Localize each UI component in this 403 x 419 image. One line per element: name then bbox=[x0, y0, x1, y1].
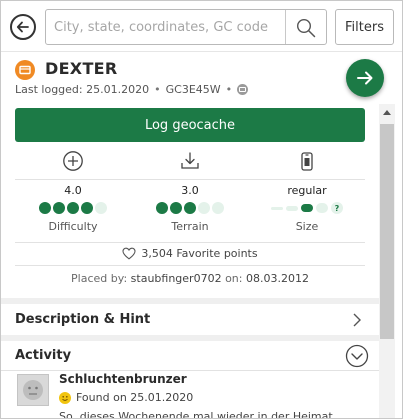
placed-by: Placed by: staubfinger0702 on: 08.03.201… bbox=[1, 272, 379, 285]
triangle-up-icon bbox=[383, 110, 391, 115]
gc-code: GC3E45W bbox=[165, 83, 221, 96]
favorite-points-text: 3,504 Favorite points bbox=[141, 247, 258, 260]
action-row bbox=[1, 148, 379, 176]
terrain-dots bbox=[135, 202, 245, 214]
chevron-down-icon[interactable] bbox=[345, 344, 369, 368]
placed-on-label: on: bbox=[225, 272, 243, 285]
placed-by-prefix: Placed by: bbox=[71, 272, 128, 285]
size-bar bbox=[271, 206, 283, 210]
cache-header: DEXTER Last logged: 25.01.2020 • GC3E45W… bbox=[1, 52, 402, 102]
difficulty-dot bbox=[95, 202, 107, 214]
size-rating: regular ? Size bbox=[252, 184, 362, 233]
terrain-rating: 3.0 Terrain bbox=[135, 184, 245, 233]
size-bar bbox=[316, 203, 328, 213]
difficulty-label: Difficulty bbox=[48, 220, 98, 233]
cache-status-icon bbox=[237, 84, 249, 95]
separator-dot: • bbox=[154, 83, 161, 96]
log-status: Found on 25.01.2020 bbox=[59, 391, 193, 404]
size-value: regular bbox=[287, 184, 327, 197]
scroll-up-button[interactable] bbox=[379, 104, 395, 120]
cache-meta: Last logged: 25.01.2020 • GC3E45W • bbox=[15, 83, 249, 96]
heart-icon bbox=[122, 247, 136, 260]
placed-date: 08.03.2012 bbox=[245, 272, 309, 285]
phone-icon[interactable] bbox=[296, 150, 318, 172]
search-bar: Filters bbox=[1, 1, 402, 51]
terrain-dot bbox=[198, 202, 210, 214]
back-arrow-icon bbox=[16, 21, 29, 33]
description-hint-row[interactable]: Description & Hint bbox=[1, 305, 379, 335]
avatar[interactable] bbox=[17, 374, 49, 406]
divider bbox=[15, 242, 365, 243]
terrain-label: Terrain bbox=[171, 220, 209, 233]
difficulty-dot bbox=[81, 202, 93, 214]
log-entry[interactable]: Schluchtenbrunzer Found on 25.01.2020 So… bbox=[1, 366, 379, 419]
navigate-button[interactable] bbox=[346, 59, 384, 97]
difficulty-dots bbox=[18, 202, 128, 214]
size-label: Size bbox=[295, 220, 319, 233]
cache-detail-panel: DEXTER Last logged: 25.01.2020 • GC3E45W… bbox=[1, 51, 402, 419]
activity-title: Activity bbox=[15, 348, 72, 363]
size-bars: ? bbox=[252, 202, 362, 214]
add-icon[interactable] bbox=[62, 150, 84, 172]
log-status-text: Found on 25.01.2020 bbox=[76, 391, 194, 404]
size-bar bbox=[301, 204, 313, 212]
divider bbox=[15, 179, 365, 180]
size-bar bbox=[286, 205, 298, 211]
divider bbox=[15, 265, 365, 266]
log-geocache-button[interactable]: Log geocache bbox=[15, 108, 365, 142]
terrain-dot bbox=[212, 202, 224, 214]
difficulty-dot bbox=[39, 202, 51, 214]
search-divider bbox=[285, 10, 286, 44]
favorite-points: 3,504 Favorite points bbox=[1, 247, 379, 260]
search-field[interactable] bbox=[45, 9, 327, 45]
description-hint-title: Description & Hint bbox=[15, 312, 151, 327]
traditional-cache-icon bbox=[15, 60, 35, 80]
search-icon[interactable] bbox=[296, 18, 316, 38]
download-icon[interactable] bbox=[179, 150, 201, 172]
separator-dot: • bbox=[225, 83, 233, 96]
cache-name: DEXTER bbox=[45, 59, 118, 78]
log-username[interactable]: Schluchtenbrunzer bbox=[59, 372, 187, 386]
detail-scroll-area: Log geocache 4.0 Difficulty 3.0 Terrain … bbox=[1, 102, 379, 419]
filters-button[interactable]: Filters bbox=[335, 9, 394, 45]
search-input[interactable] bbox=[54, 10, 282, 44]
size-unknown-icon: ? bbox=[331, 202, 343, 214]
difficulty-dot bbox=[67, 202, 79, 214]
difficulty-dot bbox=[53, 202, 65, 214]
app-window: Filters DEXTER Last logged: 25.01.2020 •… bbox=[0, 0, 403, 419]
difficulty-value: 4.0 bbox=[64, 184, 82, 197]
scrollbar-thumb[interactable] bbox=[380, 124, 394, 339]
difficulty-rating: 4.0 Difficulty bbox=[18, 184, 128, 233]
back-button[interactable] bbox=[10, 14, 36, 40]
section-separator bbox=[1, 298, 379, 304]
chevron-right-icon bbox=[353, 313, 361, 327]
last-logged: Last logged: 25.01.2020 bbox=[15, 83, 150, 96]
owner-link[interactable]: staubfinger0702 bbox=[131, 272, 222, 285]
terrain-dot bbox=[184, 202, 196, 214]
log-text: So, dieses Wochenende mal wieder in der … bbox=[59, 410, 333, 419]
terrain-value: 3.0 bbox=[181, 184, 199, 197]
terrain-dot bbox=[156, 202, 168, 214]
arrow-right-icon bbox=[357, 71, 373, 85]
terrain-dot bbox=[170, 202, 182, 214]
smiley-found-icon bbox=[59, 391, 71, 404]
